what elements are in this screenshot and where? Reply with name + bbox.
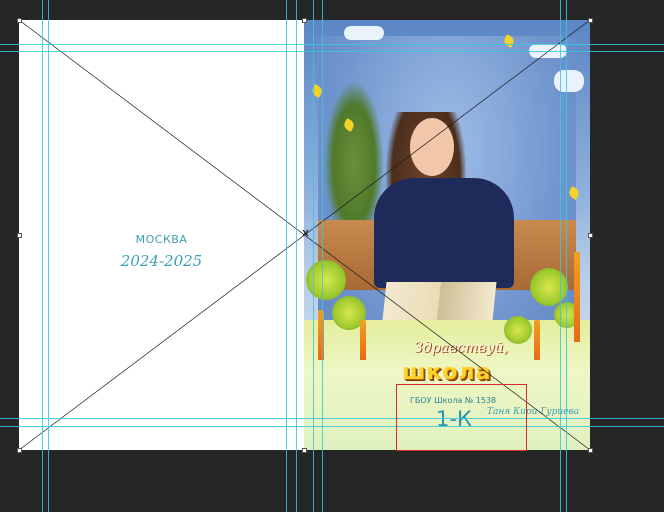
vertical-guide[interactable] — [42, 0, 43, 512]
transform-handle-top-left[interactable] — [17, 18, 22, 23]
vertical-guide[interactable] — [48, 0, 49, 512]
transform-bounds-overlay — [18, 19, 591, 451]
horizontal-guide[interactable] — [0, 426, 664, 427]
vertical-guide[interactable] — [566, 0, 567, 512]
horizontal-guide[interactable] — [0, 51, 664, 52]
canvas-workspace[interactable]: МОСКВА 2024-2025 Здравствуй, школа ГБОУ … — [0, 0, 664, 512]
vertical-guide[interactable] — [560, 0, 561, 512]
vertical-guide[interactable] — [313, 0, 314, 512]
horizontal-guide[interactable] — [0, 418, 664, 419]
transform-handle-top-right[interactable] — [588, 18, 593, 23]
transform-handle-middle-right[interactable] — [588, 233, 593, 238]
transform-handle-top-center[interactable] — [302, 18, 307, 23]
vertical-guide[interactable] — [296, 0, 297, 512]
selection-rectangle[interactable] — [396, 384, 527, 451]
transform-handle-bottom-right[interactable] — [588, 448, 593, 453]
transform-handle-middle-left[interactable] — [17, 233, 22, 238]
transform-handle-bottom-center[interactable] — [302, 448, 307, 453]
vertical-guide[interactable] — [322, 0, 323, 512]
vertical-guide[interactable] — [286, 0, 287, 512]
transform-handle-bottom-left[interactable] — [17, 448, 22, 453]
horizontal-guide[interactable] — [0, 44, 664, 45]
